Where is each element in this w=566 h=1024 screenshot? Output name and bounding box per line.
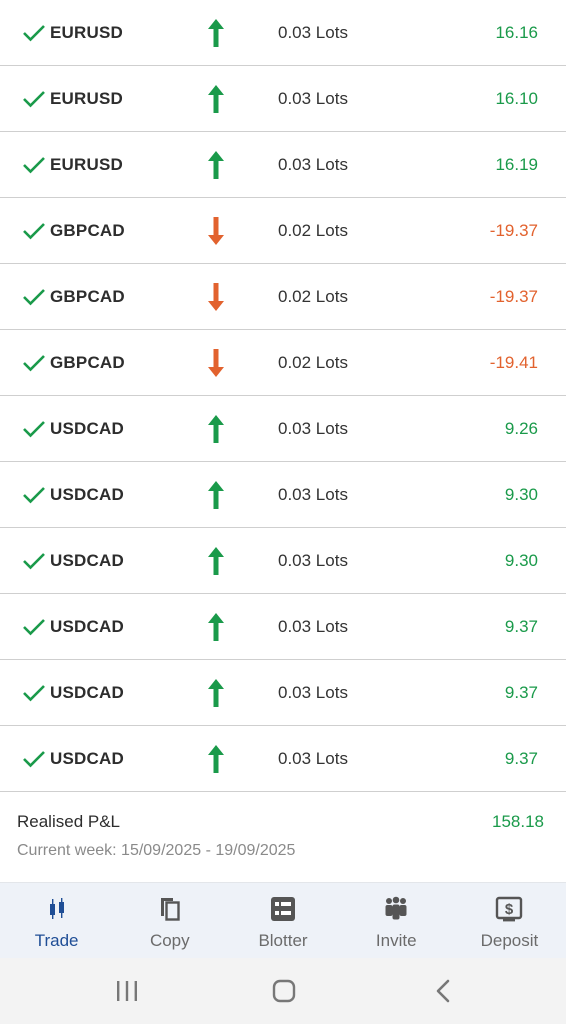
check-icon (23, 354, 45, 371)
trade-lots: 0.03 Lots (278, 550, 348, 570)
arrow-down-icon (208, 348, 224, 377)
trade-symbol: USDCAD (50, 682, 124, 702)
arrow-down-icon (208, 282, 224, 311)
deposit-icon: $ (496, 896, 523, 922)
trade-pnl: 16.19 (495, 154, 538, 174)
trade-lots: 0.03 Lots (278, 616, 348, 636)
trade-row[interactable]: USDCAD 0.03 Lots 9.30 (0, 462, 566, 528)
trade-row[interactable]: USDCAD 0.03 Lots 9.37 (0, 594, 566, 660)
trade-lots: 0.03 Lots (278, 682, 348, 702)
arrow-up-icon (208, 84, 224, 113)
trade-row[interactable]: EURUSD 0.03 Lots 16.19 (0, 132, 566, 198)
candlestick-icon (49, 898, 64, 919)
trade-row[interactable]: USDCAD 0.03 Lots 9.26 (0, 396, 566, 462)
home-icon[interactable] (268, 976, 300, 1006)
trade-lots: 0.02 Lots (278, 286, 348, 306)
trade-symbol: GBPCAD (50, 220, 125, 240)
system-navigation-bar (0, 958, 566, 1024)
arrow-up-icon (208, 150, 224, 179)
tab-label: Copy (149, 931, 190, 950)
tab-label: Blotter (258, 931, 308, 950)
trade-lots: 0.02 Lots (278, 220, 348, 240)
arrow-up-icon (208, 612, 224, 641)
trade-pnl: 9.37 (504, 682, 538, 702)
trade-row[interactable]: EURUSD 0.03 Lots 16.10 (0, 66, 566, 132)
trade-pnl: 9.37 (504, 748, 538, 768)
tab-label: Invite (375, 931, 417, 950)
trade-lots: 0.03 Lots (278, 748, 348, 768)
pnl-summary: Realised P&L 158.18 Current week: 15/09/… (0, 792, 566, 882)
trade-row[interactable]: GBPCAD 0.02 Lots -19.37 (0, 198, 566, 264)
trade-symbol: GBPCAD (50, 352, 125, 372)
trade-symbol: EURUSD (50, 88, 123, 108)
trade-pnl: 9.30 (504, 550, 538, 570)
tab-deposit[interactable]: $ Deposit (453, 883, 566, 959)
trade-row[interactable]: USDCAD 0.03 Lots 9.37 (0, 660, 566, 726)
copy-icon (160, 898, 180, 921)
arrow-up-icon (208, 546, 224, 575)
trade-symbol: EURUSD (50, 22, 123, 42)
check-icon (23, 552, 45, 569)
trade-pnl: 9.26 (504, 418, 538, 438)
trade-row[interactable]: USDCAD 0.03 Lots 9.37 (0, 726, 566, 792)
trade-lots: 0.03 Lots (278, 88, 348, 108)
tab-label: Deposit (480, 931, 539, 950)
arrow-up-icon (208, 18, 224, 47)
check-icon (23, 618, 45, 635)
trade-symbol: GBPCAD (50, 286, 125, 306)
trade-lots: 0.03 Lots (278, 154, 348, 174)
trade-lots: 0.02 Lots (278, 352, 348, 372)
check-icon (23, 156, 45, 173)
trade-lots: 0.03 Lots (278, 418, 348, 438)
trade-pnl: -19.37 (489, 286, 538, 306)
trade-lots: 0.03 Lots (278, 22, 348, 42)
realised-pnl-value: 158.18 (492, 812, 544, 831)
trade-lots: 0.03 Lots (278, 484, 348, 504)
bottom-tab-bar: Trade Copy Blotter Invite $ Deposit (0, 882, 566, 959)
arrow-up-icon (208, 744, 224, 773)
trade-pnl: 16.16 (495, 22, 538, 42)
trade-row[interactable]: GBPCAD 0.02 Lots -19.37 (0, 264, 566, 330)
trade-symbol: USDCAD (50, 550, 124, 570)
arrow-up-icon (208, 480, 224, 509)
trade-symbol: EURUSD (50, 154, 123, 174)
tab-blotter[interactable]: Blotter (226, 883, 339, 959)
current-week-range: Current week: 15/09/2025 - 19/09/2025 (17, 842, 296, 859)
trade-pnl: 9.37 (504, 616, 538, 636)
check-icon (23, 684, 45, 701)
trade-row[interactable]: USDCAD 0.03 Lots 9.30 (0, 528, 566, 594)
trade-pnl: -19.41 (489, 352, 538, 372)
recent-apps-icon[interactable] (111, 976, 143, 1006)
check-icon (23, 24, 45, 41)
check-icon (23, 486, 45, 503)
blotter-icon (271, 897, 295, 921)
check-icon (23, 420, 45, 437)
tab-invite[interactable]: Invite (340, 883, 453, 959)
trade-row[interactable]: GBPCAD 0.02 Lots -19.41 (0, 330, 566, 396)
trade-list: EURUSD 0.03 Lots 16.16 EURUSD 0.03 Lots 16.10… (0, 0, 566, 792)
tab-label: Trade (34, 931, 79, 950)
trade-pnl: -19.37 (489, 220, 538, 240)
arrow-up-icon (208, 414, 224, 443)
people-icon (385, 896, 407, 920)
trade-pnl: 9.30 (504, 484, 538, 504)
arrow-down-icon (208, 216, 224, 245)
check-icon (23, 288, 45, 305)
check-icon (23, 222, 45, 239)
svg-text:$: $ (505, 901, 514, 918)
trade-pnl: 16.10 (495, 88, 538, 108)
check-icon (23, 750, 45, 767)
arrow-up-icon (208, 678, 224, 707)
realised-pnl-label: Realised P&L (17, 812, 121, 831)
trade-symbol: USDCAD (50, 616, 124, 636)
trade-row[interactable]: EURUSD 0.03 Lots 16.16 (0, 0, 566, 66)
tab-copy[interactable]: Copy (113, 883, 226, 959)
back-icon[interactable] (428, 976, 460, 1006)
trade-symbol: USDCAD (50, 418, 124, 438)
check-icon (23, 90, 45, 107)
tab-trade[interactable]: Trade (0, 883, 113, 959)
trade-symbol: USDCAD (50, 748, 124, 768)
trade-symbol: USDCAD (50, 484, 124, 504)
